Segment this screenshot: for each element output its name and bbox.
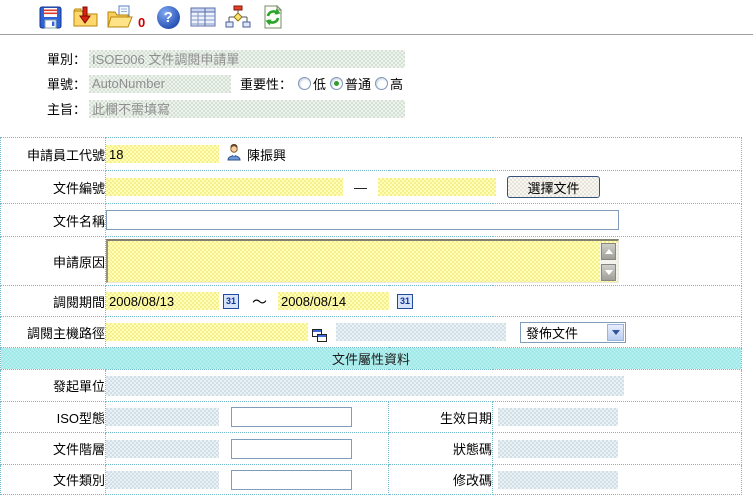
calendar-icon[interactable]: 31 xyxy=(397,294,413,309)
reason-textarea[interactable] xyxy=(106,239,619,283)
iso-type-label: ISO型態 xyxy=(1,402,106,433)
doc-level-label: 文件階層 xyxy=(1,433,106,465)
doc-category-label: 文件類別 xyxy=(1,465,106,495)
subject-field xyxy=(89,100,405,118)
status-code-field xyxy=(498,440,618,458)
origin-unit-field xyxy=(106,376,624,396)
host-path-readonly-field xyxy=(336,323,506,341)
calendar-icon[interactable]: 31 xyxy=(223,294,239,309)
section-header-row: 文件屬性資料 xyxy=(1,348,742,370)
status-code-label: 狀態碼 xyxy=(389,433,493,465)
host-path-input[interactable] xyxy=(106,323,308,341)
iso-type-input[interactable] xyxy=(231,407,352,427)
period-from-input[interactable] xyxy=(106,292,219,310)
radio-high-icon[interactable] xyxy=(375,77,388,90)
subject-label: 主旨： xyxy=(40,99,86,118)
browse-windows-icon[interactable] xyxy=(312,329,328,343)
document-type-dropdown[interactable]: 發佈文件 xyxy=(520,322,626,343)
host-path-label: 調閱主機路徑 xyxy=(1,317,106,348)
doc-level-field xyxy=(106,440,219,458)
table-row: ISO型態 生效日期 xyxy=(1,402,742,433)
doc-number-field xyxy=(89,75,231,93)
applicant-id-input[interactable] xyxy=(106,145,219,163)
doc-no-label: 文件編號 xyxy=(1,171,106,204)
origin-unit-label: 發起單位 xyxy=(1,370,106,402)
radio-low-icon[interactable] xyxy=(298,77,311,90)
doc-category-input[interactable] xyxy=(231,470,352,490)
applicant-label: 申請員工代號 xyxy=(1,138,106,171)
save-button[interactable] xyxy=(37,4,63,31)
folder-import-icon xyxy=(72,4,99,30)
doc-type-field xyxy=(89,50,405,68)
scroll-up-icon[interactable] xyxy=(601,243,616,260)
reason-scrollbar[interactable] xyxy=(600,243,617,281)
revision-code-label: 修改碼 xyxy=(389,465,493,495)
help-button[interactable]: ? xyxy=(155,4,181,31)
table-row: 發起單位 xyxy=(1,370,742,402)
save-icon xyxy=(38,5,63,30)
importance-option-high[interactable]: 高 xyxy=(375,74,403,93)
doc-no-to-input[interactable] xyxy=(378,178,496,196)
table-row: 文件類別 修改碼 xyxy=(1,465,742,495)
iso-type-field xyxy=(106,408,219,426)
table-row: 申請員工代號 陳振興 xyxy=(1,138,742,171)
reason-label: 申請原因 xyxy=(1,237,106,286)
doc-name-input[interactable] xyxy=(106,210,619,230)
table-row: 申請原因 xyxy=(1,237,742,286)
list-view-button[interactable] xyxy=(190,4,216,31)
table-row: 文件名稱 xyxy=(1,204,742,237)
radio-normal-icon[interactable] xyxy=(330,77,343,90)
checkin-button[interactable] xyxy=(72,4,98,31)
section-title: 文件屬性資料 xyxy=(1,348,742,370)
folder-open-icon xyxy=(106,4,134,30)
list-grid-icon xyxy=(189,5,217,29)
applicant-name: 陳振興 xyxy=(247,145,286,164)
doc-name-label: 文件名稱 xyxy=(1,204,106,237)
workflow-button[interactable] xyxy=(225,4,251,31)
scroll-down-icon[interactable] xyxy=(601,264,616,281)
importance-option-normal[interactable]: 普通 xyxy=(330,74,371,93)
importance-group: 重要性： 低 普通 高 xyxy=(240,74,407,93)
table-row: 文件編號 — 選擇文件 xyxy=(1,171,742,204)
flowchart-icon xyxy=(225,5,251,30)
toolbar: 0 ? xyxy=(0,0,753,35)
dropdown-value: 發佈文件 xyxy=(526,323,578,342)
table-row: 調閱期間 31 ～ 31 xyxy=(1,286,742,317)
effective-date-field xyxy=(498,408,618,426)
period-label: 調閱期間 xyxy=(1,286,106,317)
doc-number-label: 單號： xyxy=(40,74,86,93)
checkout-count-badge: 0 xyxy=(138,15,145,30)
doc-level-input[interactable] xyxy=(231,439,352,459)
doc-no-separator: — xyxy=(354,180,367,195)
effective-date-label: 生效日期 xyxy=(389,402,493,433)
checkout-button[interactable] xyxy=(107,4,133,31)
select-document-button[interactable]: 選擇文件 xyxy=(507,176,600,198)
person-icon xyxy=(226,144,242,164)
period-to-input[interactable] xyxy=(278,292,389,310)
refresh-button[interactable] xyxy=(260,4,286,31)
importance-option-low[interactable]: 低 xyxy=(298,74,326,93)
doc-category-field xyxy=(106,471,219,489)
help-icon: ? xyxy=(157,6,180,29)
chevron-down-icon[interactable] xyxy=(607,324,624,341)
refresh-icon xyxy=(261,4,285,30)
doc-no-from-input[interactable] xyxy=(106,178,343,196)
revision-code-field xyxy=(498,471,618,489)
period-tilde: ～ xyxy=(252,291,267,312)
header-form: 單別： 單號： 重要性： 低 普通 高 主旨： xyxy=(0,35,753,121)
importance-label: 重要性： xyxy=(240,74,292,93)
table-row: 調閱主機路徑 發佈文件 xyxy=(1,317,742,348)
table-row: 文件階層 狀態碼 xyxy=(1,433,742,465)
doc-type-label: 單別： xyxy=(40,49,86,68)
request-form-table: 申請員工代號 陳振興 文件編號 — 選擇文件 xyxy=(0,137,742,495)
